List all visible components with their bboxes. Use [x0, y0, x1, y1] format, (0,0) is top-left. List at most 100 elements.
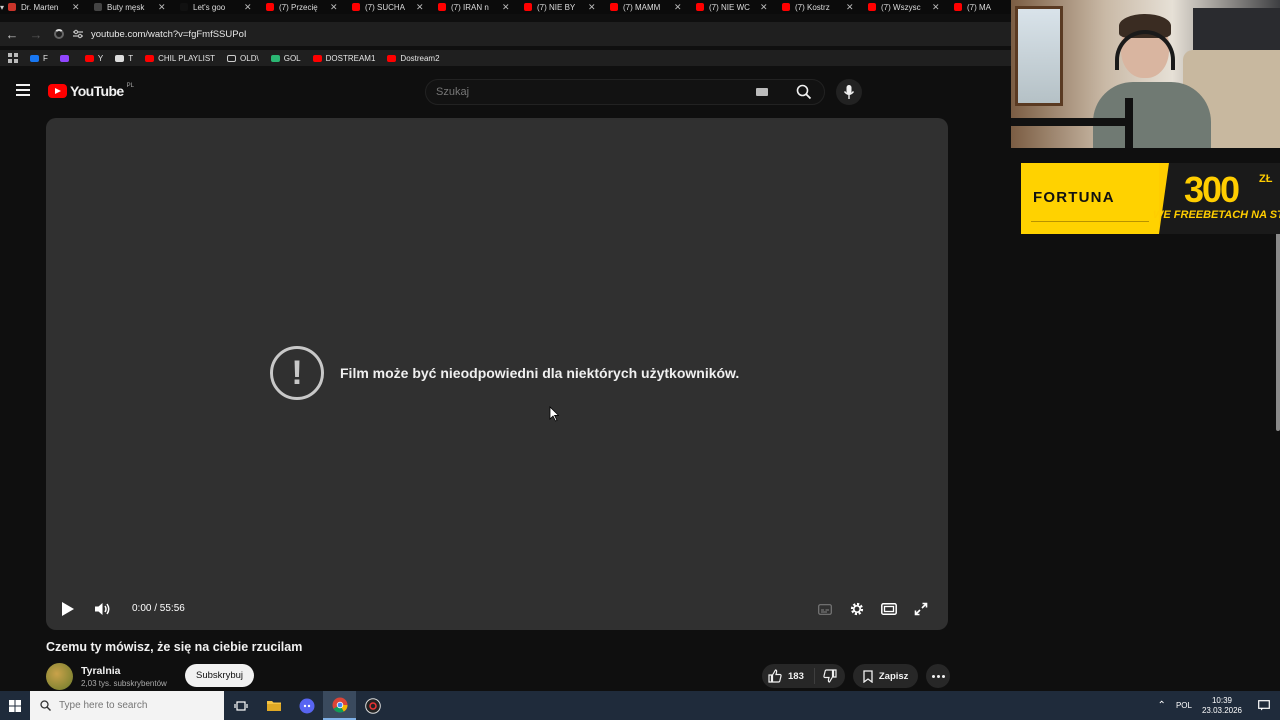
keyboard-icon[interactable]	[756, 88, 768, 96]
youtube-play-logo-icon	[48, 84, 67, 98]
tab-close-icon[interactable]: ✕	[72, 2, 80, 13]
settings-button[interactable]	[848, 600, 866, 618]
file-explorer-button[interactable]	[257, 691, 290, 720]
browser-tab[interactable]: (7) MA✕	[950, 0, 1012, 14]
bookmark-item[interactable]	[59, 54, 73, 62]
tab-favicon-icon	[180, 3, 189, 11]
channel-text: Tyralnia 2,03 tys. subskrybentów	[81, 665, 167, 688]
folder-icon	[266, 701, 281, 711]
browser-tab[interactable]: (7) Kostrz ✕	[778, 0, 864, 14]
bookmark-item[interactable]: OLD\	[227, 54, 259, 63]
tab-close-icon[interactable]: ✕	[158, 2, 166, 13]
subscribe-button[interactable]: Subskrybuj	[185, 664, 254, 687]
more-actions-button[interactable]	[926, 664, 951, 688]
url-text[interactable]: youtube.com/watch?v=fgFmfSSUPoI	[91, 29, 247, 40]
site-settings-icon[interactable]	[72, 29, 84, 39]
tab-close-icon[interactable]: ✕	[416, 2, 424, 13]
tab-close-icon[interactable]: ✕	[244, 2, 252, 13]
channel-info[interactable]: Tyralnia 2,03 tys. subskrybentów	[46, 662, 167, 690]
channel-subscribers: 2,03 tys. subskrybentów	[81, 678, 167, 688]
subtitles-icon	[818, 603, 832, 615]
youtube-logo[interactable]: YouTube PL	[48, 83, 134, 99]
tab-title: Dr. Marten	[21, 2, 59, 12]
thumbs-down-icon	[823, 669, 837, 683]
bookmark-item[interactable]: F	[30, 54, 48, 63]
time-display: 0:00 / 55:56	[132, 603, 185, 614]
video-player[interactable]: ! Film może być nieodpowiedni dla niektó…	[46, 118, 948, 630]
clock[interactable]: 10:39 23.03.2026	[1202, 696, 1242, 716]
folder-icon	[227, 54, 237, 62]
browser-tab[interactable]: (7) Wszysc ✕	[864, 0, 950, 14]
tab-title: Let's goo	[193, 2, 226, 12]
bookmark-item[interactable]: CHIL PLAYLIST	[145, 54, 215, 63]
clock-time: 10:39	[1211, 695, 1232, 705]
notification-icon[interactable]	[1258, 700, 1270, 711]
tab-close-icon[interactable]: ✕	[330, 2, 338, 13]
bookmark-item[interactable]: Dostream2	[387, 54, 440, 63]
bookmark-label: GOL	[283, 53, 301, 63]
subtitles-button[interactable]	[816, 600, 834, 618]
channel-name[interactable]: Tyralnia	[81, 665, 167, 677]
tab-title: (7) IRAN n	[451, 2, 489, 12]
webcam-overlay	[1011, 0, 1280, 148]
browser-tab[interactable]: (7) Przecię ✕	[262, 0, 348, 14]
omnibox[interactable]: youtube.com/watch?v=fgFmfSSUPoI	[72, 29, 247, 40]
forward-arrow-icon[interactable]: →	[24, 22, 48, 46]
browser-tab[interactable]: (7) IRAN n ✕	[434, 0, 520, 14]
tab-close-icon[interactable]: ✕	[760, 2, 768, 13]
theater-mode-button[interactable]	[880, 600, 898, 618]
task-view-button[interactable]	[224, 691, 257, 720]
streaming-app-button[interactable]	[356, 691, 389, 720]
content-warning-text: Film może być nieodpowiedni dla niektóry…	[340, 365, 740, 381]
tab-title: (7) Kostrz	[795, 2, 830, 12]
search-input[interactable]	[426, 86, 756, 98]
browser-tab[interactable]: Let's goo ✕	[176, 0, 262, 14]
bookmarks-bar: F Y T CHIL PLAYLIST OLD\ GOL DOSTREAM1 Dostream…	[0, 50, 1012, 66]
hamburger-menu-icon[interactable]	[16, 84, 30, 96]
fortuna-ad-banner: FORTUNA 300 ZŁ WE FREEBETACH NA STAR	[1021, 163, 1280, 234]
volume-icon[interactable]	[94, 601, 112, 617]
bookmark-item[interactable]: GOL	[270, 53, 301, 63]
voice-search-button[interactable]	[836, 79, 862, 105]
browser-tab[interactable]: Dr. Marten ✕	[4, 0, 90, 14]
tab-close-icon[interactable]: ✕	[502, 2, 510, 13]
browser-tab[interactable]: (7) NIE BY ✕	[520, 0, 606, 14]
tray-chevron-icon[interactable]: ⌃	[1158, 700, 1166, 711]
bookmark-item[interactable]: DOSTREAM1	[312, 53, 376, 63]
play-button[interactable]	[62, 602, 74, 616]
fullscreen-button[interactable]	[912, 600, 930, 618]
tab-close-icon[interactable]: ✕	[846, 2, 854, 13]
bookmark-icon	[863, 669, 873, 683]
loading-spinner-icon[interactable]	[54, 29, 64, 39]
chrome-app-button[interactable]	[323, 691, 356, 720]
input-language[interactable]: POL	[1176, 701, 1192, 710]
browser-tab[interactable]: (7) SUCHA ✕	[348, 0, 434, 14]
dislike-button[interactable]	[815, 669, 845, 683]
search-button[interactable]	[784, 79, 824, 105]
content-warning: ! Film może być nieodpowiedni dla niektó…	[270, 346, 739, 400]
browser-tab[interactable]: (7) NIE WC ✕	[692, 0, 778, 14]
bookmark-label: DOSTREAM1	[325, 53, 376, 63]
fullscreen-icon	[914, 602, 928, 616]
taskbar-search-input[interactable]	[59, 700, 209, 711]
browser-tab[interactable]: Buty męsk ✕	[90, 0, 176, 14]
mouse-cursor-icon	[549, 406, 559, 422]
taskbar-search[interactable]	[30, 691, 224, 720]
youtube-logo-text: YouTube	[70, 83, 124, 99]
browser-tab[interactable]: (7) MAMM ✕	[606, 0, 692, 14]
tab-title: (7) Przecię	[279, 2, 318, 12]
youtube-icon	[387, 54, 397, 62]
like-button[interactable]: 183	[762, 668, 815, 684]
youtube-icon	[145, 54, 155, 62]
save-button[interactable]: Zapisz	[852, 664, 919, 688]
apps-grid-icon[interactable]	[8, 53, 18, 63]
discord-app-button[interactable]	[290, 691, 323, 720]
back-arrow-icon[interactable]: ←	[0, 22, 24, 46]
tab-close-icon[interactable]: ✕	[674, 2, 682, 13]
channel-avatar[interactable]	[46, 662, 73, 690]
bookmark-item[interactable]: T	[115, 54, 133, 63]
tab-close-icon[interactable]: ✕	[588, 2, 596, 13]
tab-close-icon[interactable]: ✕	[932, 2, 940, 13]
start-button[interactable]	[0, 691, 30, 720]
bookmark-item[interactable]: Y	[84, 54, 103, 63]
